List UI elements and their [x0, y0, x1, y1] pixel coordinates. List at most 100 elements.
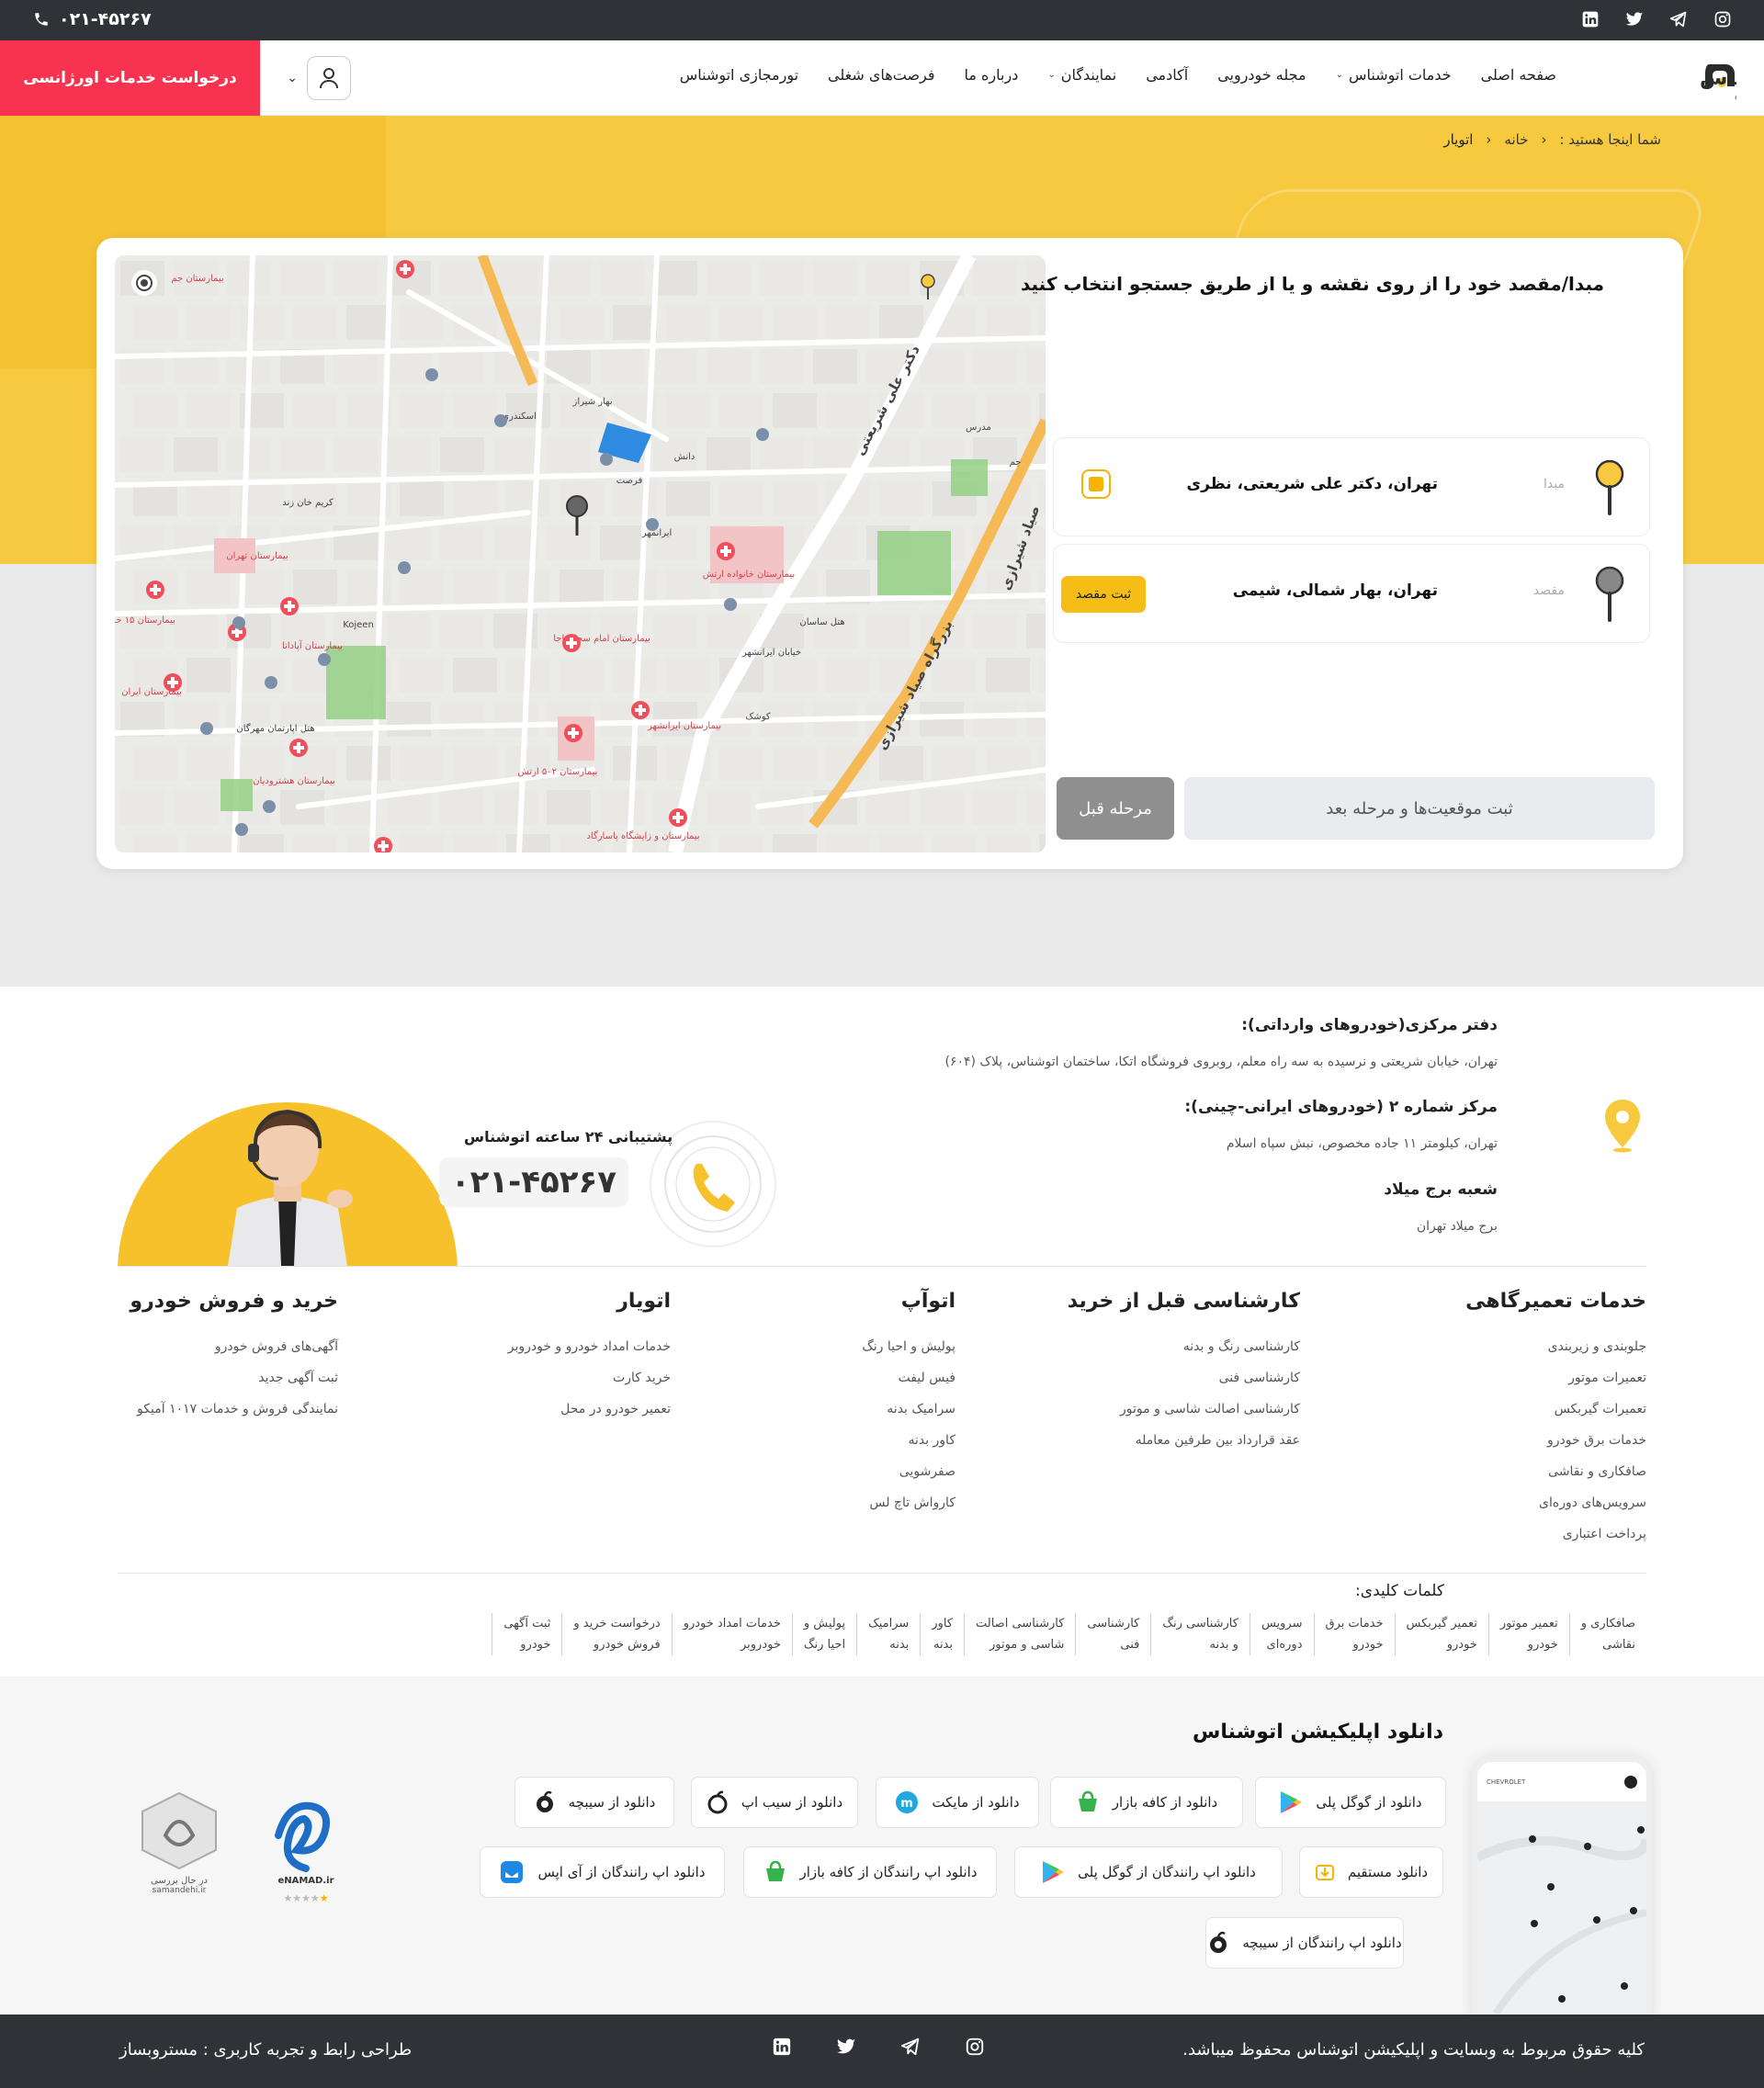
- keyword-tag[interactable]: صافکاری و نقاشی: [1568, 1613, 1646, 1655]
- app-download-button[interactable]: دانلود اپ رانندگان از آی اپس: [480, 1846, 725, 1898]
- footer-link[interactable]: تعمیر خودرو در محل: [508, 1394, 671, 1425]
- hospital-icon[interactable]: [164, 673, 182, 692]
- app-download-button[interactable]: دانلود از سیبچه: [514, 1777, 674, 1828]
- telegram-icon[interactable]: [900, 2037, 921, 2057]
- footer-link[interactable]: عقد قرارداد بین طرفین معامله: [1068, 1425, 1300, 1456]
- footer-link[interactable]: آگهی‌های فروش خودرو: [130, 1331, 338, 1362]
- footer-link[interactable]: نمایندگی فروش و خدمات ۱۰۱۷ آمیکو: [130, 1394, 338, 1425]
- hospital-icon[interactable]: [146, 581, 164, 599]
- user-avatar-icon[interactable]: [307, 56, 351, 100]
- keyword-tag[interactable]: کارشناسی اصالت شاسی و موتور: [964, 1613, 1075, 1655]
- linkedin-icon[interactable]: [1580, 9, 1600, 29]
- support-number[interactable]: ۰۲۱-۴۵۲۶۷: [439, 1157, 628, 1207]
- keyword-tag[interactable]: سرویس دوره‌ای: [1249, 1613, 1314, 1655]
- map-canvas[interactable]: دکتر علی شریعتیبزرگراه صیاد شیرازیصیاد ش…: [115, 255, 1046, 852]
- emergency-service-button[interactable]: درخواست خدمات اورژانسی: [0, 40, 260, 116]
- hospital-icon[interactable]: [396, 260, 414, 278]
- app-download-button[interactable]: دانلود از کافه بازار: [1050, 1777, 1243, 1828]
- keyword-tag[interactable]: ثبت آگهی خودرو: [492, 1613, 561, 1655]
- footer-link[interactable]: فیس لیفت: [862, 1362, 956, 1394]
- enamad-badge[interactable]: eNAMAD.ir ★★★★★: [255, 1789, 356, 1903]
- telegram-icon[interactable]: [1668, 9, 1689, 29]
- footer-link[interactable]: سرامیک بدنه: [862, 1394, 956, 1425]
- origin-row[interactable]: مبدا تهران، دکتر علی شریعتی، نظری: [1053, 437, 1650, 536]
- hotel-icon[interactable]: [318, 653, 331, 666]
- hotel-icon[interactable]: [756, 428, 769, 441]
- top-phone[interactable]: ۰۲۱-۴۵۲۶۷: [33, 9, 152, 29]
- submit-locations-button[interactable]: ثبت موقعیت‌ها و مرحله بعد: [1184, 777, 1655, 840]
- keyword-tag[interactable]: کاور بدنه: [920, 1613, 964, 1655]
- keyword-tag[interactable]: پولیش و احیا رنگ: [791, 1613, 856, 1655]
- footer-link[interactable]: صافکاری و نقاشی: [1465, 1456, 1646, 1487]
- hotel-icon[interactable]: [600, 453, 613, 466]
- hospital-icon[interactable]: [669, 808, 687, 827]
- hotel-icon[interactable]: [425, 368, 438, 381]
- footer-link[interactable]: خرید کارت: [508, 1362, 671, 1394]
- twitter-icon[interactable]: [836, 2037, 856, 2057]
- footer-link[interactable]: کاور بدنه: [862, 1425, 956, 1456]
- hotel-icon[interactable]: [232, 616, 245, 629]
- app-download-button[interactable]: دانلود از سیب اپ: [691, 1777, 858, 1828]
- app-download-button[interactable]: دانلود مستقیم: [1299, 1846, 1443, 1898]
- keyword-tag[interactable]: درخواست خرید و فروش خودرو: [561, 1613, 671, 1655]
- footer-link[interactable]: کارشناسی فنی: [1068, 1362, 1300, 1394]
- app-download-button[interactable]: دانلود اپ رانندگان از کافه بازار: [743, 1846, 997, 1898]
- nav-item[interactable]: مجله خودرویی: [1203, 66, 1320, 84]
- set-destination-button[interactable]: ثبت مقصد: [1061, 576, 1146, 613]
- keyword-tag[interactable]: کارشناسی فنی: [1075, 1613, 1150, 1655]
- nav-item[interactable]: خدمات اتوشناس ⌄: [1321, 66, 1466, 84]
- hotel-icon[interactable]: [494, 414, 507, 427]
- app-download-button[interactable]: دانلود اپ رانندگان از سیبچه: [1205, 1917, 1404, 1969]
- hospital-icon[interactable]: [717, 542, 735, 560]
- instagram-icon[interactable]: [965, 2037, 985, 2057]
- locate-me-icon[interactable]: [131, 270, 157, 296]
- origin-selected-checkbox[interactable]: [1081, 469, 1111, 499]
- footer-link[interactable]: کارشناسی رنگ و بدنه: [1068, 1331, 1300, 1362]
- breadcrumb-home[interactable]: خانه: [1504, 131, 1528, 148]
- hotel-icon[interactable]: [646, 518, 659, 531]
- nav-item[interactable]: نمایندگان ⌄: [1033, 66, 1131, 84]
- chevron-down-icon[interactable]: ⌄: [287, 71, 298, 85]
- footer-link[interactable]: پرداخت اعتباری: [1465, 1518, 1646, 1550]
- footer-link[interactable]: سرویس‌های دوره‌ای: [1465, 1487, 1646, 1518]
- footer-link[interactable]: پولیش و احیا رنگ: [862, 1331, 956, 1362]
- app-download-button[interactable]: دانلود از گوگل پلی: [1255, 1777, 1446, 1828]
- map-view[interactable]: دکتر علی شریعتی بزرگراه صیاد شیرازی صیاد ش…: [115, 255, 1046, 852]
- hotel-icon[interactable]: [724, 598, 737, 611]
- linkedin-icon[interactable]: [772, 2037, 792, 2057]
- footer-link[interactable]: صفرشویی: [862, 1456, 956, 1487]
- footer-link[interactable]: ثبت آگهی جدید: [130, 1362, 338, 1394]
- keyword-tag[interactable]: خدمات برق خودرو: [1313, 1613, 1395, 1655]
- destination-row[interactable]: مقصد تهران، بهار شمالی، شیمی ثبت مقصد: [1053, 544, 1650, 643]
- hotel-icon[interactable]: [263, 800, 276, 813]
- samandehi-badge[interactable]: در حال بررسی samandehi.ir: [129, 1789, 230, 1903]
- footer-link[interactable]: کارواش تاچ لس: [862, 1487, 956, 1518]
- hotel-icon[interactable]: [265, 676, 277, 689]
- twitter-icon[interactable]: [1624, 9, 1645, 29]
- footer-link[interactable]: خدمات برق خودرو: [1465, 1425, 1646, 1456]
- app-download-button[interactable]: دانلود اپ رانندگان از گوگل پلی: [1014, 1846, 1283, 1898]
- keyword-tag[interactable]: سرامیک بدنه: [856, 1613, 920, 1655]
- nav-item[interactable]: فرصت‌های شغلی: [813, 66, 949, 84]
- hospital-icon[interactable]: [280, 597, 299, 615]
- keyword-tag[interactable]: تعمیر گیربکس خودرو: [1394, 1613, 1488, 1655]
- app-download-button[interactable]: دانلود از مایکت m: [876, 1777, 1039, 1828]
- hotel-icon[interactable]: [200, 722, 213, 735]
- footer-link[interactable]: خدمات امداد خودرو و خودروبر: [508, 1331, 671, 1362]
- user-menu[interactable]: ⌄: [272, 55, 351, 101]
- nav-item[interactable]: درباره ما: [950, 66, 1034, 84]
- nav-item[interactable]: آکادمی: [1131, 66, 1203, 84]
- hospital-icon[interactable]: [289, 739, 308, 757]
- nav-item[interactable]: تورمجازی اتوشناس: [665, 66, 813, 84]
- footer-link[interactable]: کارشناسی اصالت شاسی و موتور: [1068, 1394, 1300, 1425]
- footer-link[interactable]: تعمیرات موتور: [1465, 1362, 1646, 1394]
- keyword-tag[interactable]: کارشناسی رنگ و بدنه: [1150, 1613, 1250, 1655]
- keyword-tag[interactable]: تعمیر موتور خودرو: [1487, 1613, 1569, 1655]
- keyword-tag[interactable]: خدمات امداد خودرو خودروبر: [671, 1613, 792, 1655]
- hospital-icon[interactable]: [564, 724, 582, 742]
- autoshenas-logo[interactable]: اتوشناس حس خوب، خدمات خاص: [1599, 55, 1764, 101]
- instagram-icon[interactable]: [1713, 9, 1733, 29]
- footer-link[interactable]: تعمیرات گیربکس: [1465, 1394, 1646, 1425]
- hotel-icon[interactable]: [398, 561, 411, 574]
- previous-step-button[interactable]: مرحله قبل: [1057, 777, 1174, 840]
